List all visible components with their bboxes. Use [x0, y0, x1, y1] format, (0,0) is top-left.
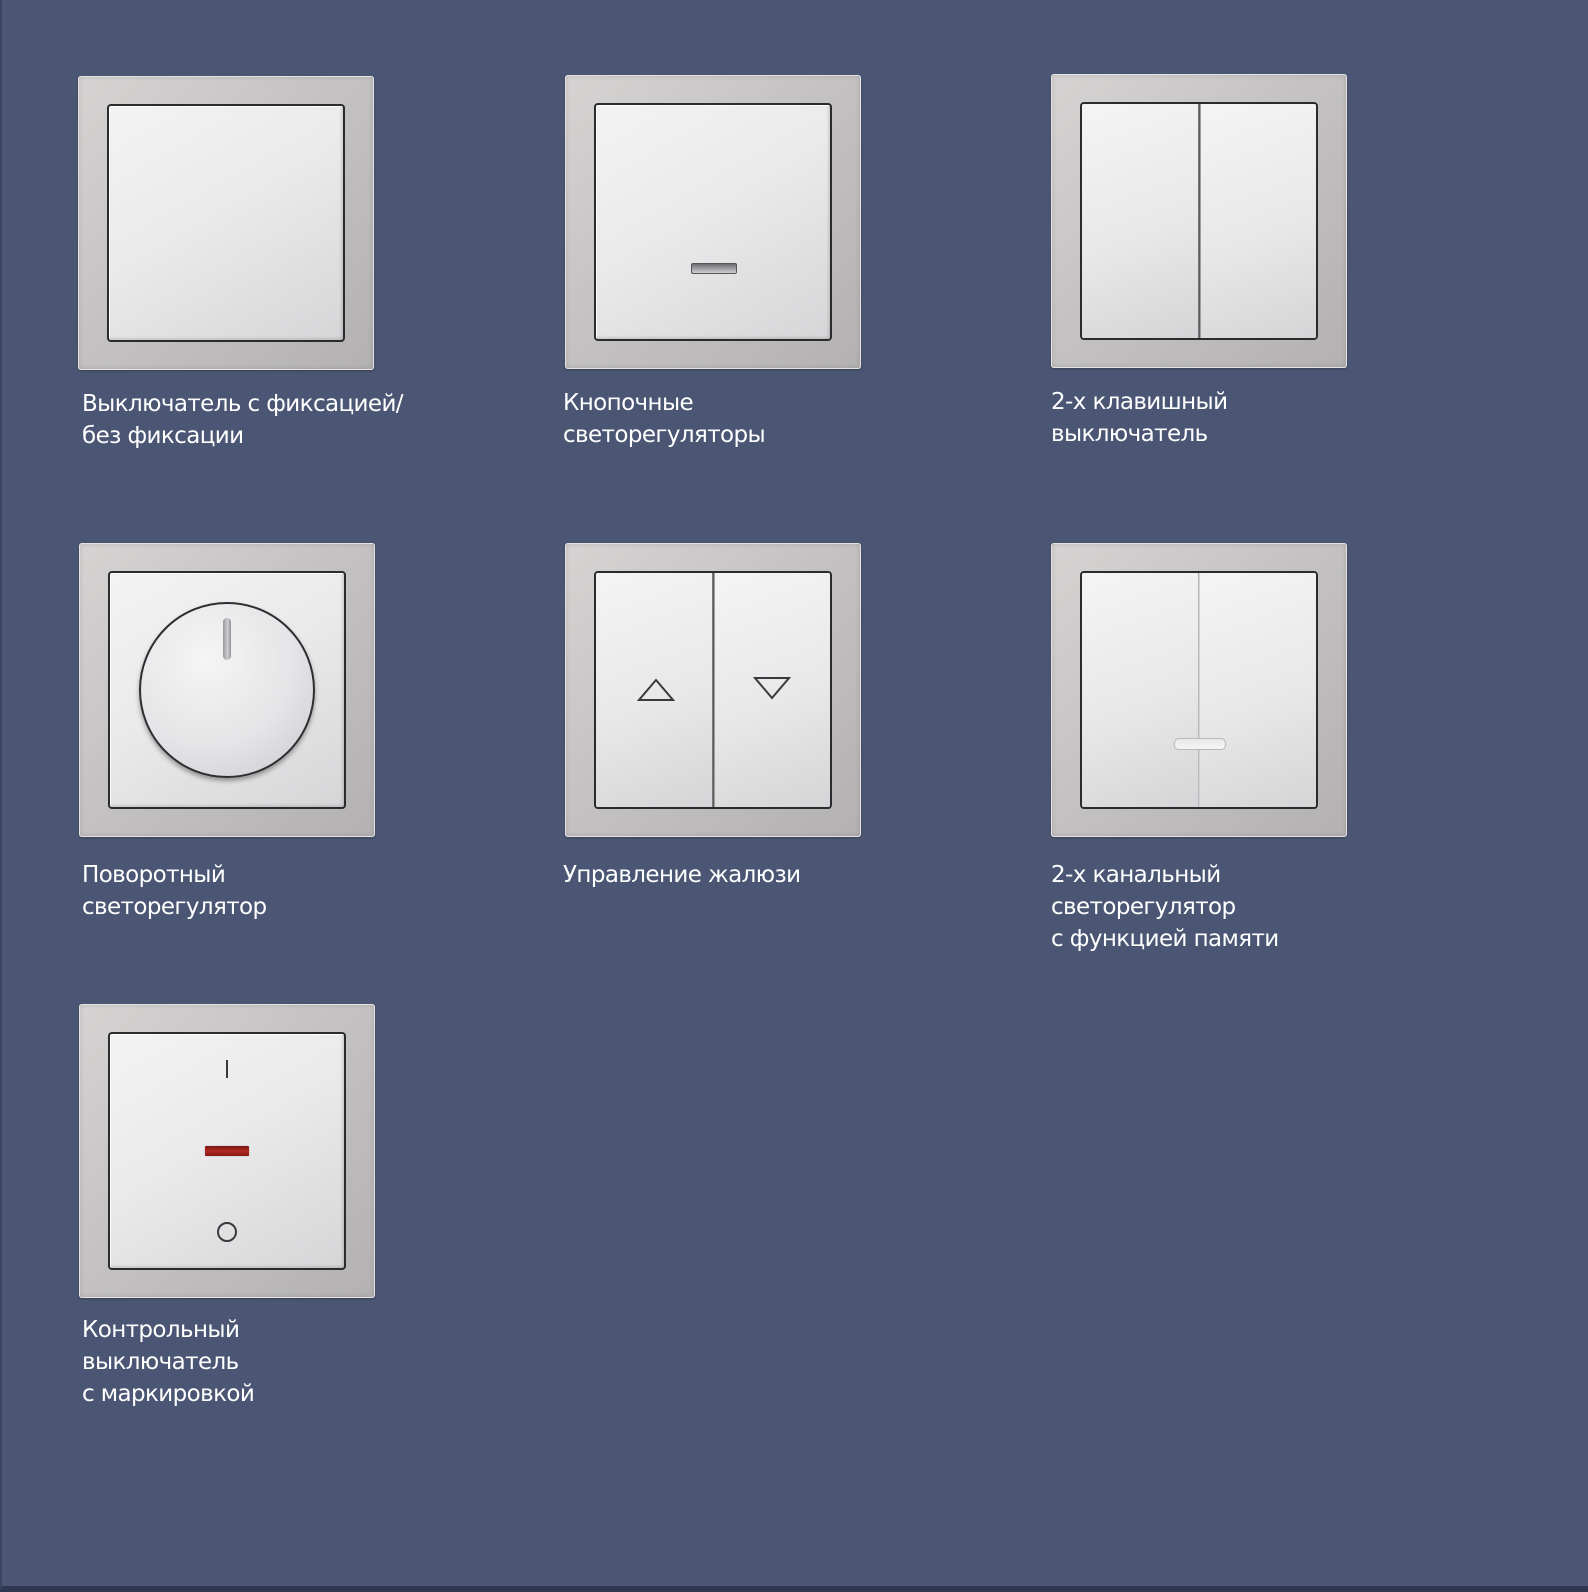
rocker-plate	[594, 103, 832, 341]
caption-line: светорегулятор	[82, 894, 267, 920]
caption-line: выключатель	[1051, 421, 1208, 447]
switch-frame	[565, 543, 861, 837]
rocker-split-icon	[712, 573, 715, 807]
switch-frame	[79, 1004, 375, 1298]
rocker-plate	[108, 1032, 346, 1270]
caption-line: Кнопочные	[563, 390, 694, 416]
caption-line: 2-х канальный	[1051, 862, 1221, 888]
off-mark-icon	[217, 1222, 237, 1242]
rocker-plate	[107, 104, 345, 342]
caption-line: с функцией памяти	[1051, 926, 1279, 952]
rocker-plate	[1080, 102, 1318, 340]
product-catalog-page: Выключатель с фиксацией/ без фиксации Кн…	[0, 0, 1588, 1592]
right-rocker	[1199, 104, 1316, 338]
product-caption: Кнопочные светорегуляторы	[563, 387, 903, 451]
switch-frame	[79, 543, 375, 837]
caption-line: Выключатель с фиксацией/	[82, 391, 404, 417]
dimmer-plate	[108, 571, 346, 809]
caption-line: с маркировкой	[82, 1381, 255, 1407]
product-caption: 2-х клавишный выключатель	[1051, 386, 1391, 450]
caption-line: Поворотный	[82, 862, 226, 888]
arrow-up-icon	[637, 678, 675, 701]
rocker-split-icon	[1198, 104, 1201, 338]
rocker-plate	[1080, 571, 1318, 809]
switch-frame	[1051, 74, 1347, 368]
product-caption: Контрольный выключатель с маркировкой	[82, 1314, 422, 1410]
product-caption: Выключатель с фиксацией/ без фиксации	[82, 388, 422, 452]
caption-line: Управление жалюзи	[563, 862, 801, 888]
on-mark-icon	[226, 1060, 228, 1078]
caption-line: выключатель	[82, 1349, 239, 1375]
rocker-split-icon	[1198, 573, 1200, 807]
left-rocker	[1082, 104, 1199, 338]
caption-line: без фиксации	[82, 423, 244, 449]
switch-frame	[565, 75, 861, 369]
rotary-knob-icon	[139, 602, 315, 778]
product-caption: Поворотный светорегулятор	[82, 859, 422, 923]
knob-marker-icon	[223, 618, 231, 660]
right-rocker	[1199, 573, 1316, 807]
arrow-down-icon	[753, 677, 791, 700]
caption-line: 2-х клавишный	[1051, 389, 1228, 415]
left-rocker	[1082, 573, 1199, 807]
switch-frame	[78, 76, 374, 370]
indicator-slot-icon	[691, 263, 737, 274]
red-indicator-icon	[205, 1146, 249, 1156]
caption-line: светорегулятор	[1051, 894, 1236, 920]
indicator-slot-icon	[1174, 738, 1226, 750]
switch-frame	[1051, 543, 1347, 837]
caption-line: Контрольный	[82, 1317, 240, 1343]
product-caption: 2-х канальный светорегулятор с функцией …	[1051, 859, 1391, 955]
product-caption: Управление жалюзи	[563, 859, 903, 891]
caption-line: светорегуляторы	[563, 422, 766, 448]
rocker-plate	[594, 571, 832, 809]
